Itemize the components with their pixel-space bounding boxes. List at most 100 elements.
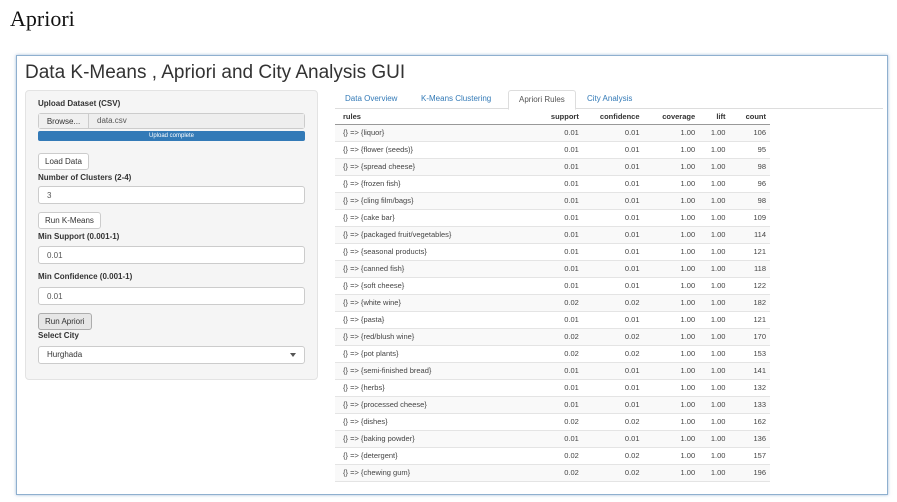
rule-cell: {} => {semi-finished bread} [335,362,528,380]
confidence-cell: 0.02 [582,464,644,482]
support-cell: 0.01 [527,175,583,193]
support-cell: 0.01 [527,379,583,397]
caret-down-icon [290,353,296,357]
column-header-confidence[interactable]: confidence [582,110,644,125]
support-input[interactable] [38,246,305,264]
column-header-lift[interactable]: lift [699,110,730,125]
count-cell: 132 [729,379,770,397]
rule-cell: {} => {herbs} [335,379,528,397]
coverage-cell: 1.00 [643,209,700,227]
support-cell: 0.01 [527,226,583,244]
count-cell: 98 [729,158,770,176]
confidence-cell: 0.01 [582,192,644,210]
confidence-cell: 0.01 [582,226,644,244]
coverage-cell: 1.00 [643,175,700,193]
rule-cell: {} => {spread cheese} [335,158,528,176]
rule-cell: {} => {seasonal products} [335,243,528,261]
table-row: {} => {packaged fruit/vegetables} 0.01 0.0… [335,226,770,244]
upload-label: Upload Dataset (CSV) [38,99,121,108]
coverage-cell: 1.00 [643,413,700,431]
lift-cell: 1.00 [699,209,730,227]
table-row: {} => {white wine} 0.02 0.02 1.00 1.00 182 [335,294,770,312]
table-row: {} => {seasonal products} 0.01 0.01 1.00 1.0… [335,243,770,261]
city-label: Select City [38,331,79,340]
apriori-rules-table: rules support confidence coverage lift c… [335,110,770,482]
rule-cell: {} => {chewing gum} [335,464,528,482]
coverage-cell: 1.00 [643,141,700,159]
table-row: {} => {cake bar} 0.01 0.01 1.00 1.00 109 [335,209,770,227]
tab-city-analysis[interactable]: City Analysis [577,90,642,109]
support-label: Min Support (0.001-1) [38,232,120,241]
support-cell: 0.01 [527,277,583,295]
main-panel: Data Overview K-Means Clustering Apriori… [335,90,883,490]
city-select[interactable]: Hurghada [38,346,305,364]
rule-cell: {} => {canned fish} [335,260,528,278]
confidence-cell: 0.01 [582,396,644,414]
count-cell: 114 [729,226,770,244]
count-cell: 121 [729,311,770,329]
column-header-rules[interactable]: rules [335,110,528,125]
lift-cell: 1.00 [699,294,730,312]
confidence-cell: 0.01 [582,260,644,278]
support-cell: 0.01 [527,209,583,227]
count-cell: 109 [729,209,770,227]
count-cell: 106 [729,124,770,142]
rule-cell: {} => {liquor} [335,124,528,142]
support-cell: 0.02 [527,345,583,363]
table-row: {} => {red/blush wine} 0.02 0.02 1.00 1.00 17… [335,328,770,346]
run-apriori-button[interactable]: Run Apriori [38,313,92,330]
table-row: {} => {processed cheese} 0.01 0.01 1.00 1.00… [335,396,770,414]
table-row: {} => {frozen fish} 0.01 0.01 1.00 1.00 96 [335,175,770,193]
column-header-coverage[interactable]: coverage [643,110,700,125]
tab-bar: Data Overview K-Means Clustering Apriori… [335,90,883,110]
support-cell: 0.02 [527,294,583,312]
lift-cell: 1.00 [699,141,730,159]
confidence-cell: 0.02 [582,413,644,431]
confidence-input[interactable] [38,287,305,305]
run-kmeans-button[interactable]: Run K-Means [38,212,101,229]
coverage-cell: 1.00 [643,396,700,414]
confidence-cell: 0.01 [582,430,644,448]
lift-cell: 1.00 [699,362,730,380]
coverage-cell: 1.00 [643,447,700,465]
city-select-value: Hurghada [47,350,83,359]
lift-cell: 1.00 [699,175,730,193]
coverage-cell: 1.00 [643,158,700,176]
tab-apriori-rules[interactable]: Apriori Rules [508,90,576,110]
count-cell: 118 [729,260,770,278]
coverage-cell: 1.00 [643,260,700,278]
coverage-cell: 1.00 [643,430,700,448]
column-header-support[interactable]: support [527,110,583,125]
lift-cell: 1.00 [699,396,730,414]
rule-cell: {} => {packaged fruit/vegetables} [335,226,528,244]
clusters-input[interactable] [38,186,305,204]
table-row: {} => {cling film/bags} 0.01 0.01 1.00 1.00 9… [335,192,770,210]
lift-cell: 1.00 [699,277,730,295]
rule-cell: {} => {red/blush wine} [335,328,528,346]
browse-button[interactable]: Browse... [39,114,89,128]
count-cell: 196 [729,464,770,482]
file-input-group[interactable]: Browse... data.csv [38,113,305,129]
column-header-count[interactable]: count [729,110,770,125]
coverage-cell: 1.00 [643,294,700,312]
rule-cell: {} => {dishes} [335,413,528,431]
lift-cell: 1.00 [699,464,730,482]
confidence-cell: 0.01 [582,158,644,176]
lift-cell: 1.00 [699,124,730,142]
count-cell: 96 [729,175,770,193]
count-cell: 141 [729,362,770,380]
table-row: {} => {canned fish} 0.01 0.01 1.00 1.00 118 [335,260,770,278]
table-row: {} => {semi-finished bread} 0.01 0.01 1.00 1… [335,362,770,380]
load-data-button[interactable]: Load Data [38,153,89,170]
file-name-display: data.csv [89,114,304,128]
count-cell: 122 [729,277,770,295]
count-cell: 98 [729,192,770,210]
tab-kmeans-clustering[interactable]: K-Means Clustering [411,90,501,109]
confidence-cell: 0.01 [582,124,644,142]
coverage-cell: 1.00 [643,226,700,244]
count-cell: 157 [729,447,770,465]
confidence-cell: 0.01 [582,277,644,295]
tab-data-overview[interactable]: Data Overview [335,90,407,109]
table-row: {} => {pasta} 0.01 0.01 1.00 1.00 121 [335,311,770,329]
rule-cell: {} => {frozen fish} [335,175,528,193]
